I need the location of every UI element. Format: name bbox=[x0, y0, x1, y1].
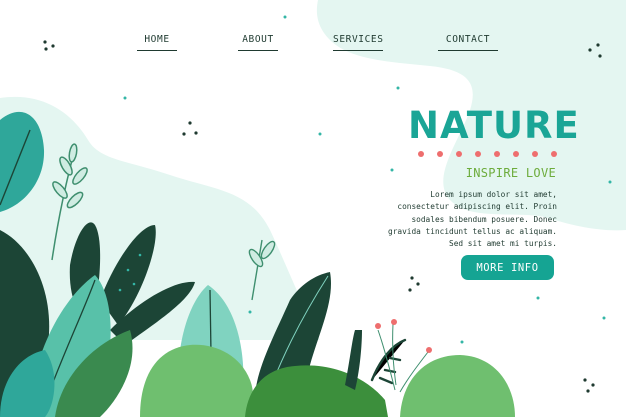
decoration-dot bbox=[437, 151, 443, 157]
decoration-dot bbox=[494, 151, 500, 157]
nav-link-home[interactable]: HOME bbox=[137, 34, 177, 51]
hero-description: Lorem ipsum dolor sit amet, consectetur … bbox=[388, 190, 557, 249]
nav-link-services[interactable]: SERVICES bbox=[333, 34, 383, 51]
decoration-dot bbox=[456, 151, 462, 157]
more-info-button[interactable]: MORE INFO bbox=[461, 255, 554, 280]
nav-link-about[interactable]: ABOUT bbox=[238, 34, 278, 51]
decoration-dot bbox=[532, 151, 538, 157]
decoration-dot bbox=[551, 151, 557, 157]
decoration-dot bbox=[475, 151, 481, 157]
green-bush-right bbox=[400, 355, 515, 417]
top-navigation: HOME ABOUT SERVICES CONTACT bbox=[0, 34, 626, 58]
hero-subtitle: INSPIRE LOVE bbox=[465, 166, 556, 180]
decoration-dot bbox=[418, 151, 424, 157]
decoration-dot bbox=[513, 151, 519, 157]
nav-link-contact[interactable]: CONTACT bbox=[438, 34, 498, 51]
title-decoration-dots bbox=[418, 151, 558, 159]
hero-title: NATURE bbox=[408, 104, 580, 147]
